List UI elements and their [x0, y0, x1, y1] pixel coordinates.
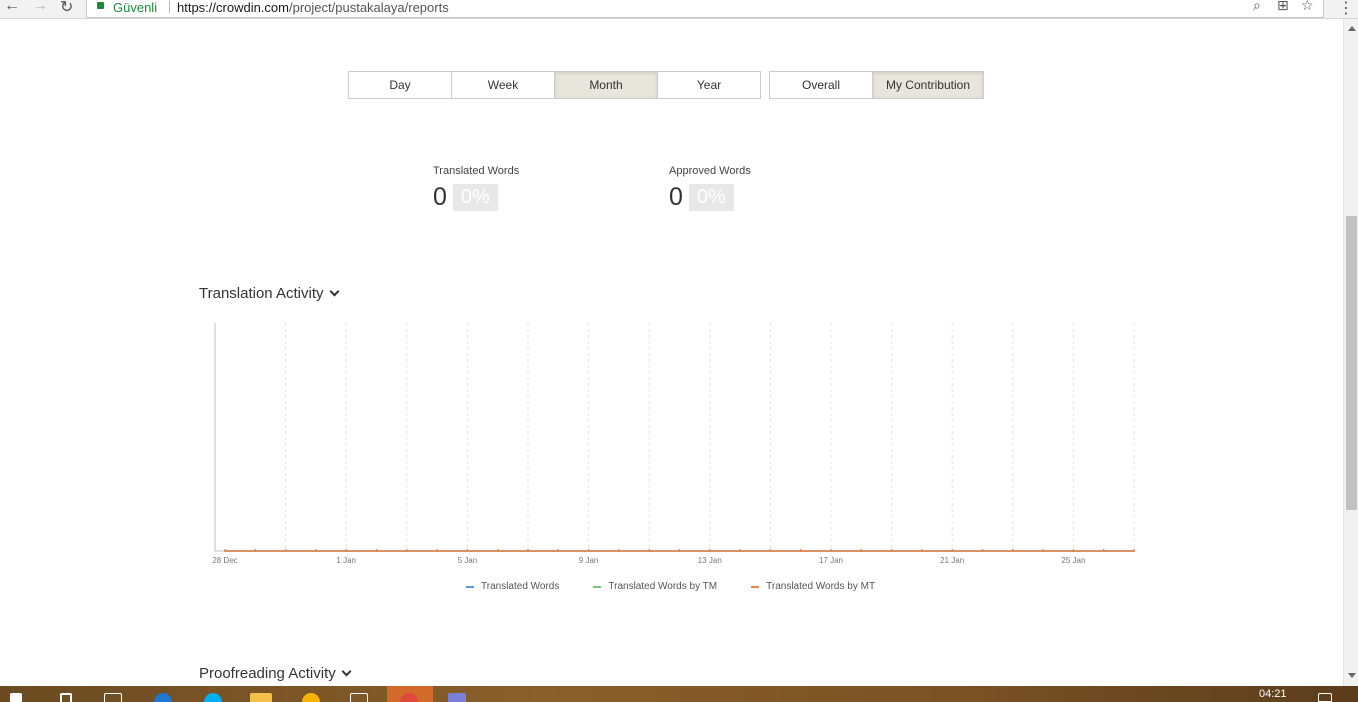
page-scrollbar[interactable]: [1343, 19, 1358, 686]
bookmark-star-icon[interactable]: ☆: [1301, 0, 1314, 14]
page-content: Day Week Month Year Overall My Contribut…: [0, 19, 1343, 686]
scope-tab-group: Overall My Contribution: [769, 71, 984, 99]
tab-day[interactable]: Day: [349, 72, 452, 98]
translation-activity-title: Translation Activity: [199, 285, 324, 302]
translate-icon[interactable]: ⊞: [1277, 0, 1289, 14]
x-tick-label: 25 Jan: [1061, 556, 1085, 565]
chart-legend: Translated Words Translated Words by TM Tr…: [466, 581, 875, 592]
x-tick-label: 21 Jan: [940, 556, 964, 565]
x-tick-label: 5 Jan: [458, 556, 478, 565]
tab-month[interactable]: Month: [555, 72, 658, 98]
forward-arrow-icon[interactable]: →: [32, 0, 48, 15]
approved-words-value: 0: [669, 183, 683, 211]
x-tick-label: 13 Jan: [698, 556, 722, 565]
search-icon[interactable]: [60, 693, 72, 702]
skype-icon[interactable]: [204, 693, 222, 702]
legend-label: Translated Words: [481, 581, 560, 592]
reload-icon[interactable]: ↻: [60, 0, 73, 17]
chevron-down-icon: [329, 286, 339, 297]
tab-week[interactable]: Week: [452, 72, 555, 98]
translated-words-percent: 0%: [452, 184, 498, 211]
approved-words-label: Approved Words: [669, 165, 751, 177]
tab-overall[interactable]: Overall: [770, 72, 873, 98]
scroll-down-arrow-icon[interactable]: [1348, 673, 1356, 678]
translation-activity-toggle[interactable]: Translation Activity: [199, 285, 339, 302]
legend-item[interactable]: Translated Words by MT: [751, 581, 875, 592]
proofreading-activity-title: Proofreading Activity: [199, 665, 336, 682]
legend-swatch: [751, 585, 760, 588]
legend-item[interactable]: Translated Words by TM: [593, 581, 717, 592]
browser-toolbar: ← → ↻ Güvenli https://crowdin.com/projec…: [0, 0, 1358, 19]
x-tick-label: 9 Jan: [579, 556, 599, 565]
start-windows-icon[interactable]: [10, 693, 22, 702]
secure-label: Güvenli: [113, 0, 158, 15]
drive-icon[interactable]: [302, 693, 320, 702]
translated-words-value: 0: [433, 183, 447, 211]
file-explorer-icon[interactable]: [250, 693, 272, 702]
legend-item[interactable]: Translated Words: [466, 581, 559, 592]
x-tick-label: 28 Dec: [212, 556, 237, 565]
x-tick-label: 1 Jan: [336, 556, 356, 565]
tab-year[interactable]: Year: [658, 72, 760, 98]
x-tick-label: 17 Jan: [819, 556, 843, 565]
address-separator: [169, 1, 170, 13]
proofreading-activity-toggle[interactable]: Proofreading Activity: [199, 665, 352, 682]
tab-my-contribution[interactable]: My Contribution: [873, 72, 983, 98]
url-path: /project/pustakalaya/reports: [289, 0, 449, 15]
legend-label: Translated Words by MT: [766, 581, 876, 592]
scroll-up-arrow-icon[interactable]: [1348, 26, 1356, 31]
approved-words-percent: 0%: [688, 184, 734, 211]
windows-taskbar: 04:21: [0, 686, 1358, 702]
url-text[interactable]: https://crowdin.com/project/pustakalaya/…: [177, 0, 449, 15]
approved-words-stat: Approved Words 0 0%: [669, 165, 751, 212]
lock-icon: [97, 2, 104, 9]
legend-swatch: [466, 585, 474, 588]
edge-browser-icon[interactable]: [154, 693, 172, 702]
store-icon[interactable]: [350, 693, 368, 702]
legend-swatch: [593, 585, 602, 588]
period-tab-group: Day Week Month Year: [348, 71, 761, 99]
scrollbar-thumb[interactable]: [1346, 216, 1357, 510]
url-host: https://crowdin.com: [177, 0, 289, 15]
task-view-icon[interactable]: [104, 693, 122, 702]
browser-menu-icon[interactable]: ⋮: [1338, 0, 1354, 18]
zoom-icon[interactable]: ⌕: [1253, 0, 1261, 14]
translation-activity-chart: 28 Dec 1 Jan 5 Jan 9 Jan 13 Jan 17 Jan 21 Jan 2…: [212, 323, 1135, 565]
taskbar-clock: 04:21: [1259, 688, 1287, 700]
chevron-down-icon: [341, 666, 352, 677]
translated-words-stat: Translated Words 0 0%: [433, 165, 519, 212]
back-arrow-icon[interactable]: ←: [4, 0, 20, 15]
legend-label: Translated Words by TM: [608, 581, 718, 592]
app-icon[interactable]: [448, 693, 466, 702]
address-bar[interactable]: Güvenli https://crowdin.com/project/pust…: [86, 0, 1324, 18]
translated-words-label: Translated Words: [433, 165, 520, 177]
notifications-icon[interactable]: [1318, 693, 1332, 702]
